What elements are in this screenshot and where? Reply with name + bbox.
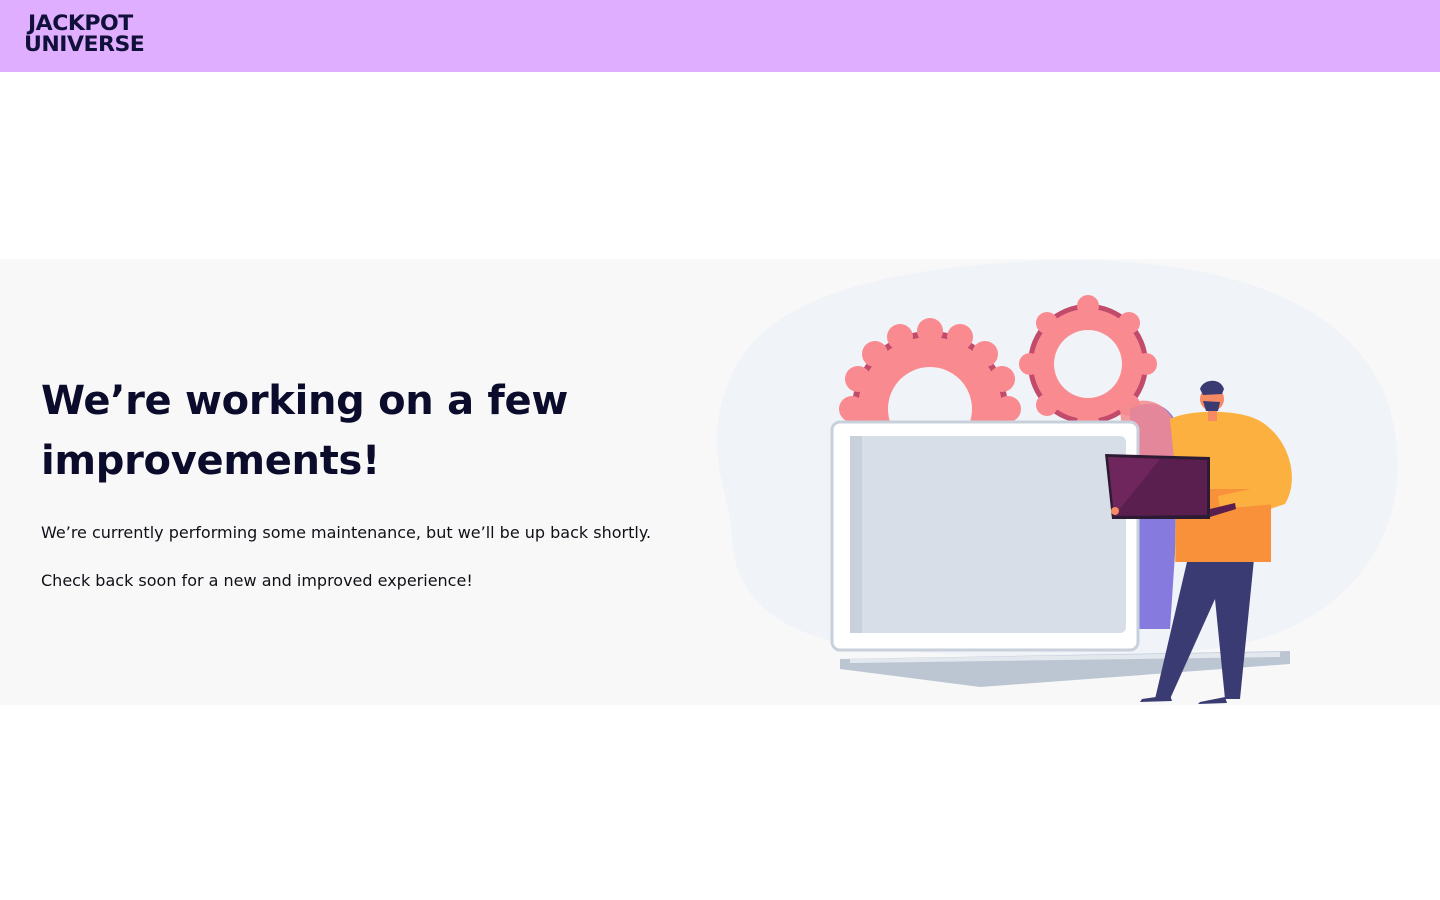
logo-line-1: JACKPOT — [28, 12, 133, 36]
check-back-message: Check back soon for a new and improved e… — [41, 571, 473, 590]
jackpot-universe-logo[interactable]: JACKPOT UNIVERSE — [24, 14, 174, 58]
logo-line-2: UNIVERSE — [24, 33, 145, 57]
maintenance-title: We’re working on a few improvements! — [41, 378, 568, 484]
top-header: JACKPOT UNIVERSE — [0, 0, 1440, 72]
maintenance-section: We’re working on a few improvements! We’… — [0, 259, 1440, 705]
laptop-screen — [850, 436, 1126, 633]
maintenance-message: We’re currently performing some maintena… — [41, 523, 652, 542]
maintenance-illustration — [700, 259, 1440, 705]
